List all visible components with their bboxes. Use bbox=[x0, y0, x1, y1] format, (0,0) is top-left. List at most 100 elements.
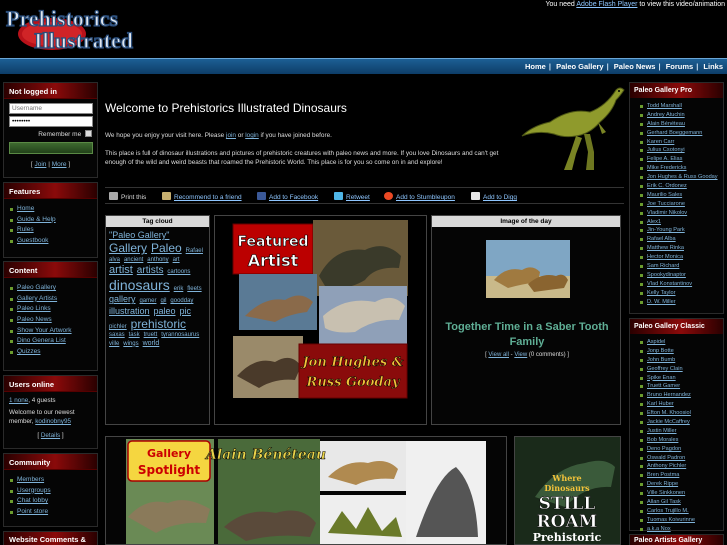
tag-link[interactable]: task bbox=[129, 332, 140, 338]
stumbleupon-button[interactable]: Add to Stumbleupon bbox=[384, 192, 455, 201]
tag-link[interactable]: pichler bbox=[109, 324, 127, 330]
community-item-members[interactable]: Members bbox=[9, 475, 92, 486]
gallery-classic-artist-link[interactable]: Jackie McCaffrey bbox=[630, 418, 723, 427]
tag-link[interactable]: art bbox=[173, 257, 180, 263]
still-roam-banner[interactable]: Where Dinosaurs STILL ROAM Prehistoric bbox=[514, 436, 621, 545]
tag-link[interactable]: gallery bbox=[109, 294, 136, 304]
gallery-pro-artist-link[interactable]: Vlad Konstantinov bbox=[630, 280, 723, 289]
more-link[interactable]: More bbox=[52, 161, 67, 168]
intro-login-link[interactable]: login bbox=[245, 132, 259, 139]
community-item-chat[interactable]: Chat lobby bbox=[9, 496, 92, 507]
features-item-guestbook[interactable]: Guestbook bbox=[9, 236, 92, 247]
community-item-point-store[interactable]: Point store bbox=[9, 507, 92, 518]
tag-link[interactable]: truett bbox=[144, 332, 158, 338]
gallery-classic-artist-link[interactable]: Truett Gamer bbox=[630, 382, 723, 391]
gallery-pro-artist-link[interactable]: Alain Bénéteau bbox=[630, 120, 723, 129]
image-of-day-caption[interactable]: Together Time in a Saber Tooth Family bbox=[432, 320, 622, 350]
join-link[interactable]: Join bbox=[34, 161, 46, 168]
tag-link[interactable]: world bbox=[143, 340, 160, 347]
content-item-quizzes[interactable]: Quizzes bbox=[9, 347, 92, 358]
gallery-classic-artist-link[interactable]: Anthony Pichler bbox=[630, 462, 723, 471]
tag-link[interactable]: saxas bbox=[109, 332, 125, 338]
content-item-dino-genera[interactable]: Dino Genera List bbox=[9, 336, 92, 347]
gallery-classic-artist-link[interactable]: Carlos Trujillo M. bbox=[630, 507, 723, 516]
gallery-classic-artist-link[interactable]: John Bumb bbox=[630, 356, 723, 365]
nav-home[interactable]: Home bbox=[525, 62, 546, 71]
content-item-gallery-artists[interactable]: Gallery Artists bbox=[9, 294, 92, 305]
gallery-classic-artist-link[interactable]: Bren Postma bbox=[630, 471, 723, 480]
tag-link[interactable]: ville bbox=[109, 341, 119, 347]
gallery-pro-artist-link[interactable]: Gerhard Boeggemann bbox=[630, 129, 723, 138]
tag-link[interactable]: paleo bbox=[153, 306, 175, 316]
gallery-pro-artist-link[interactable]: Spookydinaptor bbox=[630, 271, 723, 280]
tag-link[interactable]: illustration bbox=[109, 306, 150, 316]
content-item-paleo-news[interactable]: Paleo News bbox=[9, 315, 92, 326]
tag-link[interactable]: erik bbox=[174, 286, 184, 292]
content-item-paleo-gallery[interactable]: Paleo Gallery bbox=[9, 283, 92, 294]
tag-link[interactable]: Gallery bbox=[109, 241, 147, 255]
gallery-classic-artist-link[interactable]: a.k.a Nox bbox=[630, 525, 723, 534]
gallery-pro-artist-link[interactable]: Sam Richard bbox=[630, 262, 723, 271]
gallery-pro-artist-link[interactable]: Felipe A. Elias bbox=[630, 155, 723, 164]
gallery-pro-artist-link[interactable]: D. W. Miller bbox=[630, 298, 723, 307]
gallery-pro-artist-link[interactable]: Vladimir Nikolov bbox=[630, 209, 723, 218]
tag-link[interactable]: "Paleo Gallery" bbox=[109, 230, 169, 240]
community-item-usergroups[interactable]: Usergroups bbox=[9, 486, 92, 497]
gallery-classic-artist-link[interactable]: Bob Morales bbox=[630, 436, 723, 445]
tag-link[interactable]: cartoons bbox=[167, 269, 190, 275]
nav-paleo-news[interactable]: Paleo News bbox=[614, 62, 656, 71]
gallery-classic-artist-link[interactable]: Allan Gil Task bbox=[630, 498, 723, 507]
gallery-pro-artist-link[interactable]: Todd Marshall bbox=[630, 102, 723, 111]
gallery-spotlight-banner[interactable]: Gallery Spotlight Alain Bénéteau bbox=[105, 436, 507, 545]
tag-link[interactable]: gil bbox=[160, 298, 166, 304]
gallery-pro-artist-link[interactable]: Alex1 bbox=[630, 218, 723, 227]
gallery-classic-artist-link[interactable]: Tuomas Koivurinne bbox=[630, 516, 723, 525]
tag-link[interactable]: tyrannosaurus bbox=[161, 332, 199, 338]
image-of-day-thumbnail[interactable] bbox=[486, 240, 570, 298]
tag-link[interactable]: goodday bbox=[170, 298, 193, 304]
tag-link[interactable]: alva bbox=[109, 257, 120, 263]
gallery-classic-artist-link[interactable]: Efton M. Khoosiol bbox=[630, 409, 723, 418]
tag-link[interactable]: artists bbox=[137, 265, 164, 276]
tag-link[interactable]: Rafael bbox=[186, 248, 203, 254]
gallery-pro-artist-link[interactable]: Andrey Atuchin bbox=[630, 111, 723, 120]
tag-link[interactable]: Paleo bbox=[151, 241, 182, 255]
gallery-classic-artist-link[interactable]: Aspidel bbox=[630, 338, 723, 347]
tag-link[interactable]: wings bbox=[123, 341, 138, 347]
nav-paleo-gallery[interactable]: Paleo Gallery bbox=[556, 62, 604, 71]
tag-link[interactable]: prehistoric bbox=[131, 317, 186, 331]
tag-link[interactable]: fleets bbox=[187, 286, 201, 292]
gallery-pro-artist-link[interactable]: Hector Monica bbox=[630, 253, 723, 262]
gallery-classic-artist-link[interactable]: Oswald Padron bbox=[630, 454, 723, 463]
site-logo[interactable]: Prehistorics Illustrated bbox=[4, 2, 182, 54]
login-button[interactable] bbox=[9, 142, 93, 154]
details-link[interactable]: Details bbox=[41, 432, 60, 439]
gallery-pro-artist-link[interactable]: Karen Carr bbox=[630, 138, 723, 147]
gallery-classic-artist-link[interactable]: Derek Rippe bbox=[630, 480, 723, 489]
gallery-classic-artist-link[interactable]: Ville Sinkkonen bbox=[630, 489, 723, 498]
tag-link[interactable]: dinosaurs bbox=[109, 277, 170, 293]
facebook-button[interactable]: Add to Facebook bbox=[257, 192, 318, 201]
intro-join-link[interactable]: join bbox=[226, 132, 236, 139]
content-item-paleo-links[interactable]: Paleo Links bbox=[9, 304, 92, 315]
nav-forums[interactable]: Forums bbox=[666, 62, 694, 71]
content-item-show-artwork[interactable]: Show Your Artwork bbox=[9, 326, 92, 337]
gallery-pro-artist-link[interactable]: Kelly Taylor bbox=[630, 289, 723, 298]
gallery-pro-artist-link[interactable]: Maurilio Sales bbox=[630, 191, 723, 200]
retweet-button[interactable]: Retweet bbox=[334, 192, 370, 201]
tag-link[interactable]: pic bbox=[179, 306, 191, 316]
flash-player-link[interactable]: Adobe Flash Player bbox=[576, 1, 637, 8]
print-button[interactable]: Print this bbox=[109, 192, 146, 201]
tag-link[interactable]: ancient bbox=[124, 257, 143, 263]
digg-button[interactable]: Add to Digg bbox=[471, 192, 517, 201]
nav-links[interactable]: Links bbox=[703, 62, 723, 71]
features-item-rules[interactable]: Rules bbox=[9, 225, 92, 236]
gallery-pro-artist-link[interactable]: Jin-Young Park bbox=[630, 226, 723, 235]
gallery-classic-artist-link[interactable]: Spike Enan bbox=[630, 374, 723, 383]
newest-member-link[interactable]: kodinobny95 bbox=[35, 418, 71, 425]
gallery-classic-artist-link[interactable]: Deno Pagdon bbox=[630, 445, 723, 454]
gallery-classic-artist-link[interactable]: Jonp Botte bbox=[630, 347, 723, 356]
recommend-button[interactable]: Recommend to a friend bbox=[162, 192, 242, 201]
remember-checkbox[interactable] bbox=[85, 130, 92, 137]
view-all-link[interactable]: View all bbox=[488, 352, 509, 358]
